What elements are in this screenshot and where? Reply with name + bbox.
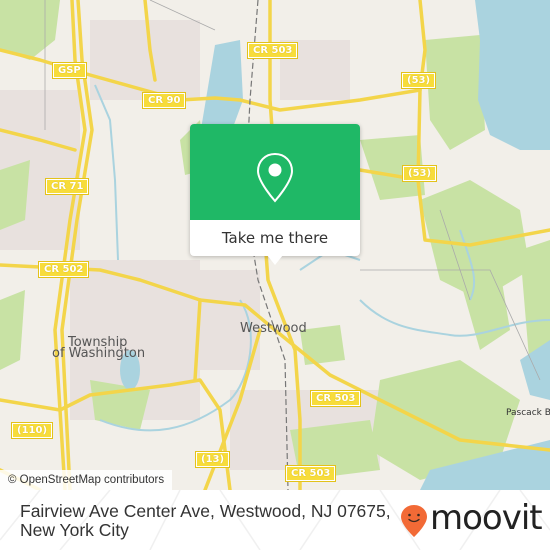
take-me-there-button[interactable]: Take me there	[190, 220, 360, 256]
popup-pointer	[267, 255, 283, 265]
map-view[interactable]: GSP CR 90 CR 71 CR 503 (53) (53) CR 502 …	[0, 0, 550, 490]
footer: Fairview Ave Center Ave, Westwood, NJ 07…	[0, 490, 550, 550]
road-shield-cr90: CR 90	[141, 92, 187, 109]
place-label-pascack: Pascack Br	[506, 408, 550, 418]
road-shield-53-top: (53)	[400, 72, 437, 89]
moovit-pin-icon	[401, 505, 427, 537]
road-shield-gsp: GSP	[52, 62, 87, 79]
road-shield-cr502: CR 502	[37, 261, 90, 278]
popup-header	[190, 124, 360, 220]
road-shield-cr503-mid: CR 503	[309, 390, 362, 407]
road-shield-13: (13)	[194, 451, 231, 468]
place-label-township-line2: of Washington	[52, 346, 146, 361]
road-shield-53-mid: (53)	[401, 165, 438, 182]
road-shield-110: (110)	[10, 422, 54, 439]
map-attribution[interactable]: © OpenStreetMap contributors	[0, 470, 173, 490]
address-text: Fairview Ave Center Ave, Westwood, NJ 07…	[20, 501, 391, 540]
road-shield-cr503-top: CR 503	[246, 42, 299, 59]
location-popup: Take me there	[190, 124, 360, 265]
road-shield-cr503-bottom: CR 503	[284, 465, 337, 482]
map-pin-icon	[256, 152, 294, 203]
place-label-westwood: Westwood	[240, 321, 307, 336]
road-shield-cr71: CR 71	[44, 178, 90, 195]
moovit-wordmark: moovit	[430, 498, 543, 538]
